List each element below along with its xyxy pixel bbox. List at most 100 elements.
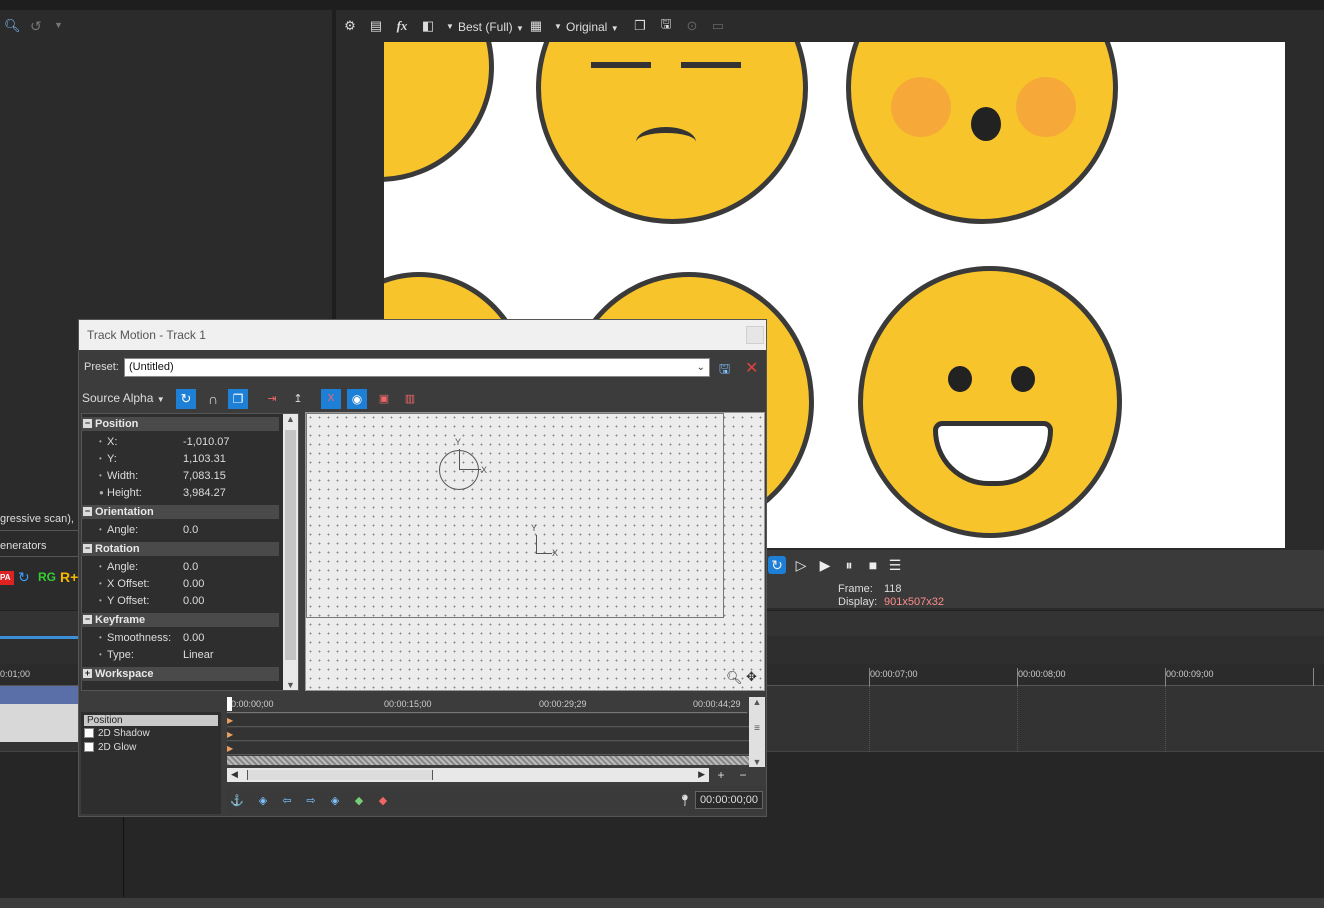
copy-snapshot-icon[interactable]: ❐: [632, 18, 648, 34]
timecode-display[interactable]: 00:00:00;00: [695, 791, 763, 809]
move-icon[interactable]: ✥: [746, 669, 757, 685]
keyframe-section-header[interactable]: − Keyframe: [81, 613, 279, 627]
delete-preset-icon[interactable]: ✕: [745, 358, 761, 377]
play-from-start-icon[interactable]: ▷: [792, 556, 810, 574]
pa-plugin-icon[interactable]: PA: [0, 571, 14, 585]
fx-icon[interactable]: fx: [394, 18, 410, 34]
keyframe-diamond[interactable]: ▶: [227, 744, 233, 753]
quality-dropdown[interactable]: Best (Full) ▼: [458, 20, 524, 34]
overlay-icon[interactable]: ⊙: [684, 18, 700, 34]
undo-dropdown-icon[interactable]: ▼: [54, 20, 63, 30]
playhead-marker[interactable]: [227, 697, 232, 711]
collapse-icon[interactable]: −: [83, 615, 92, 624]
first-keyframe-icon[interactable]: ◈: [255, 792, 271, 808]
scroll-down-icon[interactable]: ▼: [749, 757, 765, 767]
split-dropdown-icon[interactable]: ▼: [442, 18, 458, 34]
save-snapshot-icon[interactable]: 🖫︎: [658, 16, 674, 34]
rotation-section-header[interactable]: − Rotation: [81, 542, 279, 556]
close-button[interactable]: [746, 326, 764, 344]
prev-keyframe-icon[interactable]: ⇦: [279, 792, 295, 808]
kf-lane-shadow[interactable]: [227, 728, 749, 741]
undo-icon[interactable]: ↺: [30, 18, 46, 34]
scroll-up-icon[interactable]: ▲: [283, 414, 298, 424]
kf-lane-glow[interactable]: [227, 742, 749, 755]
video-event-body[interactable]: [0, 704, 80, 742]
y-value[interactable]: 1,103.31: [183, 453, 226, 465]
prevent-move-x-icon[interactable]: X: [321, 389, 341, 409]
external-monitor-icon[interactable]: ▭: [710, 18, 726, 34]
scroll-down-icon[interactable]: ▼: [283, 680, 298, 690]
motion-canvas[interactable]: Y X Y X 🔍︎ ✥: [305, 412, 765, 691]
track-2d-shadow[interactable]: 2D Shadow: [84, 728, 218, 740]
scroll-grip-icon[interactable]: ≡: [749, 723, 765, 734]
split-screen-icon[interactable]: ◧: [420, 18, 436, 34]
scroll-right-icon[interactable]: ▶: [698, 769, 705, 780]
next-keyframe-icon[interactable]: ⇨: [303, 792, 319, 808]
kf-lane-position[interactable]: [227, 714, 749, 727]
smoothness-value[interactable]: 0.00: [183, 632, 204, 644]
kf-scroll-thumb[interactable]: [247, 770, 433, 780]
scale-about-center-icon[interactable]: ▣: [375, 390, 393, 408]
rgb-plugin-icon[interactable]: RG: [38, 570, 56, 584]
track-2d-glow[interactable]: 2D Glow: [84, 742, 218, 754]
save-preset-icon[interactable]: 🖫︎: [719, 360, 735, 376]
collapse-icon[interactable]: −: [83, 507, 92, 516]
last-keyframe-icon[interactable]: ◈: [327, 792, 343, 808]
menu-icon[interactable]: ☰: [886, 556, 904, 574]
dialog-title-bar[interactable]: Track Motion - Track 1: [79, 320, 766, 350]
lock-aspect-icon[interactable]: ◉: [347, 389, 367, 409]
source-alpha-dropdown[interactable]: Source Alpha ▼: [82, 391, 165, 405]
glow-checkbox[interactable]: [84, 742, 94, 753]
height-value[interactable]: 3,984.27: [183, 487, 226, 499]
zoom-in-button[interactable]: +: [711, 768, 731, 782]
loop-playback-icon[interactable]: ↻: [768, 556, 786, 574]
stop-icon[interactable]: ■: [864, 556, 882, 574]
generators-tab[interactable]: enerators: [0, 540, 46, 552]
position-section-header[interactable]: − Position: [81, 417, 279, 431]
properties-scrollbar[interactable]: ▲ ▼: [283, 414, 298, 690]
play-icon[interactable]: ▶: [816, 556, 834, 574]
snap-icon[interactable]: ∩: [203, 389, 223, 409]
horizontal-scrollbar[interactable]: [0, 898, 1324, 908]
scroll-thumb[interactable]: [285, 430, 296, 660]
rotate-icon[interactable]: ↻: [176, 389, 196, 409]
x-offset-value[interactable]: 0.00: [183, 578, 204, 590]
pause-icon[interactable]: ⏸︎: [840, 556, 858, 574]
grid-icon[interactable]: ▦: [528, 18, 544, 34]
keyframe-diamond[interactable]: ▶: [227, 716, 233, 725]
zoom-icon[interactable]: 🔍︎: [726, 670, 743, 686]
scroll-up-icon[interactable]: ▲: [749, 697, 765, 707]
kf-vertical-scrollbar[interactable]: ▲ ≡ ▼: [749, 697, 765, 767]
collapse-icon[interactable]: −: [83, 419, 92, 428]
zoom-icon[interactable]: 🔍︎: [4, 18, 21, 34]
delete-keyframe-icon[interactable]: ◆: [375, 792, 391, 808]
workspace-section-header[interactable]: + Workspace: [81, 667, 279, 681]
expand-icon[interactable]: +: [83, 669, 92, 678]
shadow-checkbox[interactable]: [84, 728, 94, 739]
r-plus-plugin-icon[interactable]: R+: [60, 569, 78, 585]
size-dropdown[interactable]: Original ▼: [566, 20, 619, 34]
prevent-scale-icon[interactable]: ▥: [401, 390, 419, 408]
type-value[interactable]: Linear: [183, 649, 214, 661]
lock-x-icon[interactable]: ⇥: [263, 390, 281, 408]
sync-cursor-icon[interactable]: ⚓: [229, 792, 245, 808]
add-keyframe-icon[interactable]: ◆: [351, 792, 367, 808]
x-value[interactable]: -1,010.07: [183, 436, 229, 448]
frame-rectangle[interactable]: [306, 413, 724, 618]
project-props-icon[interactable]: ▤: [368, 18, 384, 34]
preset-dropdown[interactable]: (Untitled) ⌄: [124, 358, 710, 377]
orientation-section-header[interactable]: − Orientation: [81, 505, 279, 519]
y-offset-value[interactable]: 0.00: [183, 595, 204, 607]
width-value[interactable]: 7,083.15: [183, 470, 226, 482]
grid-dropdown-icon[interactable]: ▼: [550, 18, 566, 34]
scroll-left-icon[interactable]: ◀: [231, 769, 238, 780]
rotation-angle-value[interactable]: 0.0: [183, 561, 198, 573]
lock-y-icon[interactable]: ↥: [289, 390, 307, 408]
keyframe-diamond[interactable]: ▶: [227, 730, 233, 739]
keyframe-ruler[interactable]: [227, 697, 747, 713]
edit-in-space-icon[interactable]: ❐: [228, 389, 248, 409]
marker-icon[interactable]: 📍︎: [677, 792, 693, 808]
collapse-icon[interactable]: −: [83, 544, 92, 553]
kf-horizontal-scrollbar[interactable]: ◀ ▶: [227, 768, 709, 782]
zoom-out-button[interactable]: −: [733, 768, 753, 782]
